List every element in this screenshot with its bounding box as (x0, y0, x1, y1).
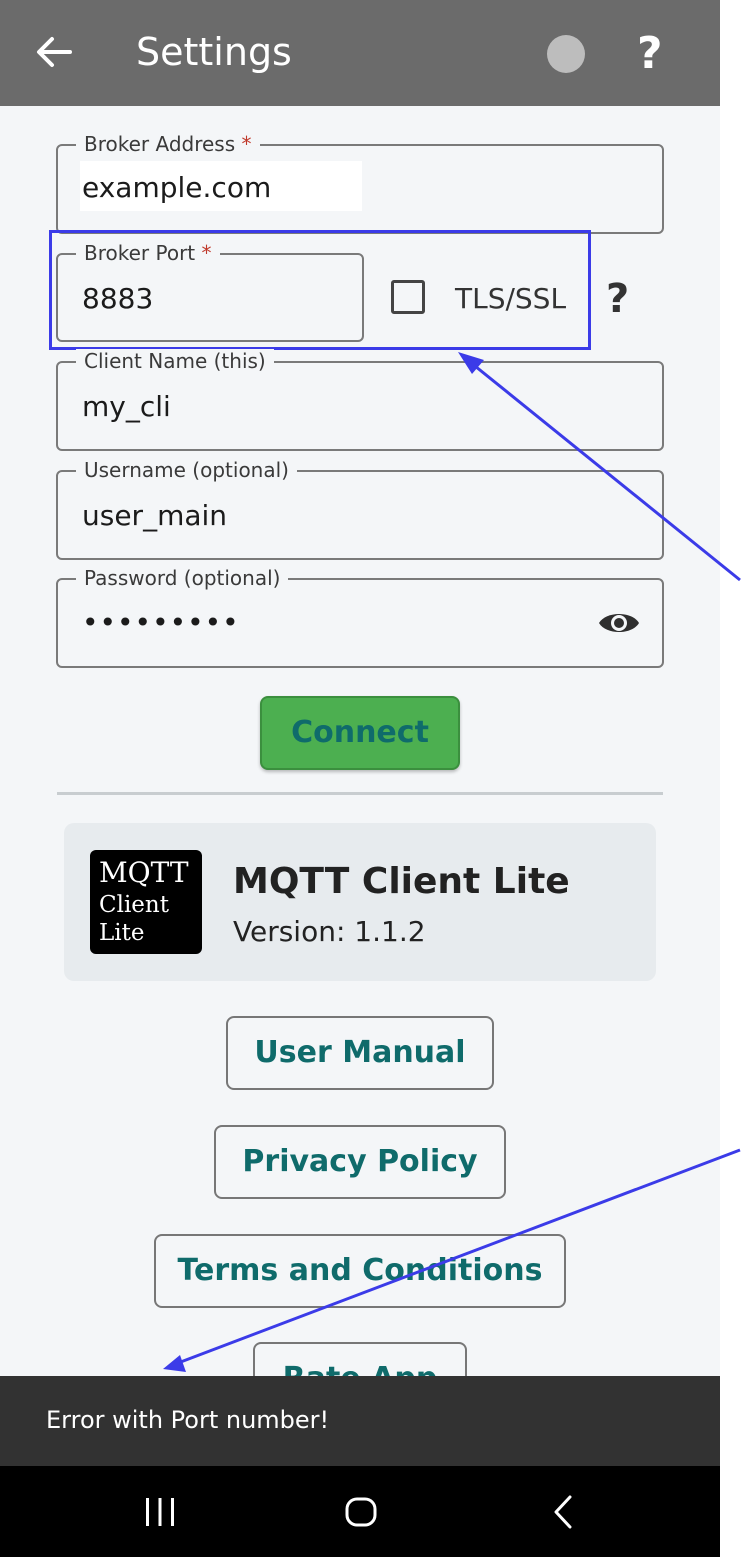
app-logo: MQTT Client Lite (90, 850, 202, 954)
eye-icon[interactable] (597, 606, 641, 640)
app-info-card: MQTT Client Lite MQTT Client Lite Versio… (64, 823, 656, 981)
client-name-field[interactable]: Client Name (this) my_cli (56, 349, 664, 451)
page-title: Settings (136, 30, 292, 74)
home-icon[interactable] (344, 1496, 378, 1528)
user-manual-button[interactable]: User Manual (226, 1016, 494, 1090)
error-snackbar: Error with Port number! (0, 1376, 720, 1466)
client-name-value: my_cli (82, 390, 171, 423)
help-button[interactable]: ? (637, 28, 663, 79)
logo-line-3: Lite (99, 920, 145, 946)
username-label: Username (optional) (76, 458, 297, 482)
username-value: user_main (82, 499, 228, 532)
system-nav-bar (0, 1466, 720, 1557)
username-field[interactable]: Username (optional) user_main (56, 458, 664, 560)
client-name-label: Client Name (this) (76, 349, 274, 373)
app-bar: Settings ? (0, 0, 720, 106)
app-version: Version: 1.1.2 (233, 915, 426, 948)
connect-button[interactable]: Connect (260, 696, 460, 770)
back-nav-icon[interactable] (548, 1494, 578, 1530)
annotation-highlight-box (49, 230, 591, 350)
logo-line-1: MQTT (99, 856, 189, 889)
tls-help-button[interactable]: ? (606, 276, 629, 322)
logo-line-2: Client (99, 892, 169, 918)
password-value: ••••••••• (82, 606, 240, 639)
privacy-policy-button[interactable]: Privacy Policy (214, 1125, 506, 1199)
divider (57, 792, 663, 795)
status-dot-icon (547, 35, 585, 73)
broker-address-field[interactable]: Broker Address * example.com (56, 132, 664, 234)
recent-apps-icon[interactable] (143, 1496, 177, 1528)
password-label: Password (optional) (76, 566, 289, 590)
password-field[interactable]: Password (optional) ••••••••• (56, 566, 664, 668)
app-name: MQTT Client Lite (233, 861, 570, 902)
terms-button[interactable]: Terms and Conditions (154, 1234, 566, 1308)
broker-address-label: Broker Address * (76, 132, 260, 156)
settings-screen: Settings ? Broker Address * example.com … (0, 0, 720, 1557)
arrow-left-icon[interactable] (30, 28, 78, 76)
broker-address-value: example.com (82, 171, 272, 204)
snackbar-message: Error with Port number! (46, 1406, 330, 1434)
